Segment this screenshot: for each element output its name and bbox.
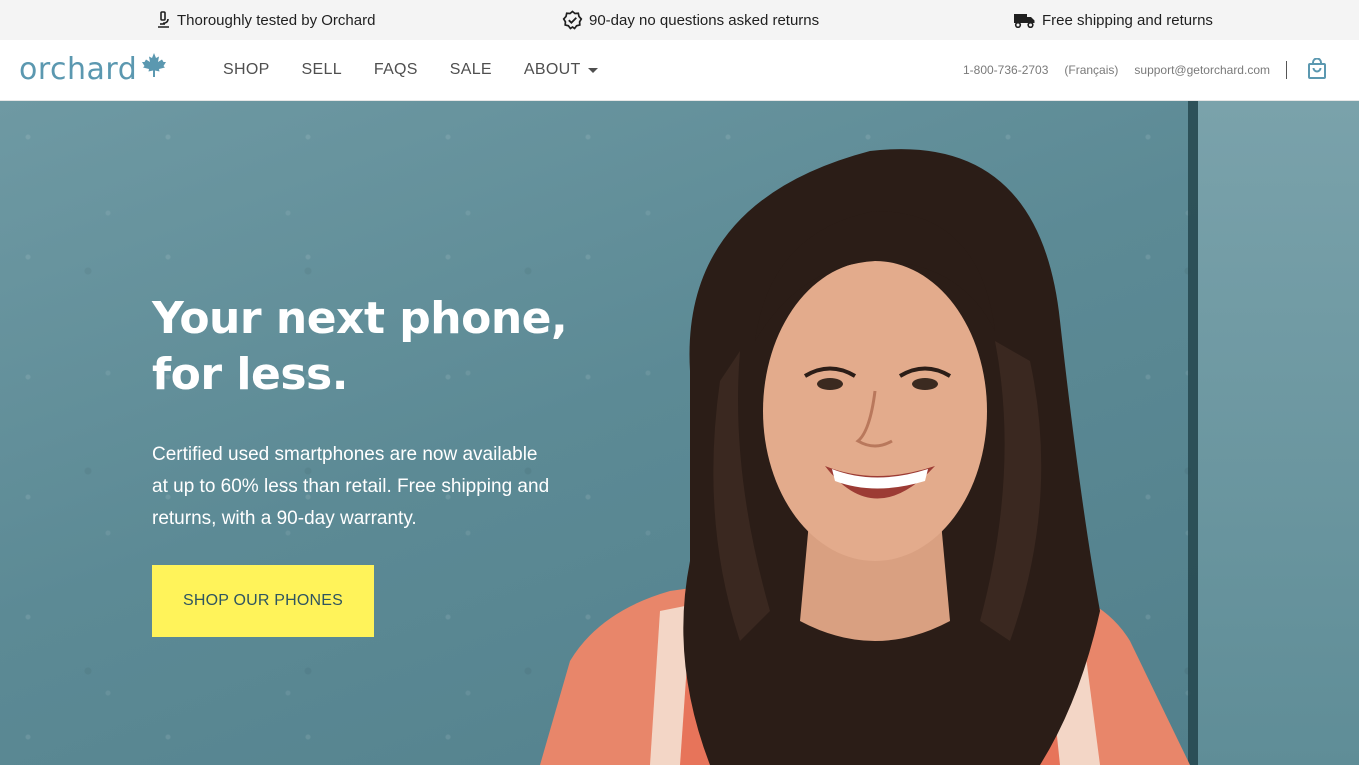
tested-text: Thoroughly tested by Orchard [177, 11, 376, 29]
maple-leaf-icon [140, 51, 168, 87]
wall-panel [1198, 101, 1359, 765]
nav-faqs[interactable]: FAQS [374, 61, 418, 79]
shipping-text: Free shipping and returns [1042, 11, 1213, 29]
shop-our-phones-button[interactable]: SHOP OUR PHONES [152, 565, 374, 637]
cart-button[interactable] [1307, 57, 1343, 83]
hero-photo-woman [540, 149, 1190, 765]
phone-number[interactable]: 1-800-736-2703 [963, 63, 1048, 77]
hero-description: Certified used smartphones are now avail… [152, 444, 550, 529]
language-toggle[interactable]: (Français) [1064, 63, 1118, 77]
hero-banner: Your next phone, for less. Certified use… [0, 101, 1359, 765]
hero-title-line1: Your next phone, [152, 293, 568, 344]
nav-shop[interactable]: SHOP [223, 61, 270, 79]
header-contact: 1-800-736-2703 (Français) support@getorc… [963, 40, 1359, 100]
nav-sell[interactable]: SELL [302, 61, 342, 79]
support-email[interactable]: support@getorchard.com [1134, 63, 1270, 77]
hero-content: Your next phone, for less. Certified use… [152, 291, 572, 535]
announcement-bar: Thoroughly tested by Orchard 90-day no q… [0, 0, 1359, 40]
shopping-bag-icon [1307, 57, 1327, 83]
site-header: orchard SHOP SELL FAQS SALE ABOUT 1-800-… [0, 40, 1359, 101]
shipping-notice: Free shipping and returns [1013, 0, 1213, 40]
microscope-icon [156, 11, 171, 29]
nav-sale[interactable]: SALE [450, 61, 492, 79]
header-divider [1286, 61, 1287, 79]
hero-title: Your next phone, for less. [152, 291, 572, 403]
orchard-logo[interactable]: orchard [19, 51, 168, 87]
tested-notice: Thoroughly tested by Orchard [156, 0, 375, 40]
nav-about-label: ABOUT [523, 61, 581, 78]
truck-icon [1013, 12, 1036, 28]
badge-check-icon [562, 9, 583, 31]
nav-about[interactable]: ABOUT [524, 61, 598, 79]
main-nav: SHOP SELL FAQS SALE ABOUT [223, 40, 630, 100]
caret-down-icon [587, 67, 598, 73]
returns-notice: 90-day no questions asked returns [562, 0, 819, 40]
logo-wordmark: orchard [19, 51, 138, 87]
returns-text: 90-day no questions asked returns [589, 11, 820, 29]
hero-title-line2: for less. [152, 349, 348, 400]
